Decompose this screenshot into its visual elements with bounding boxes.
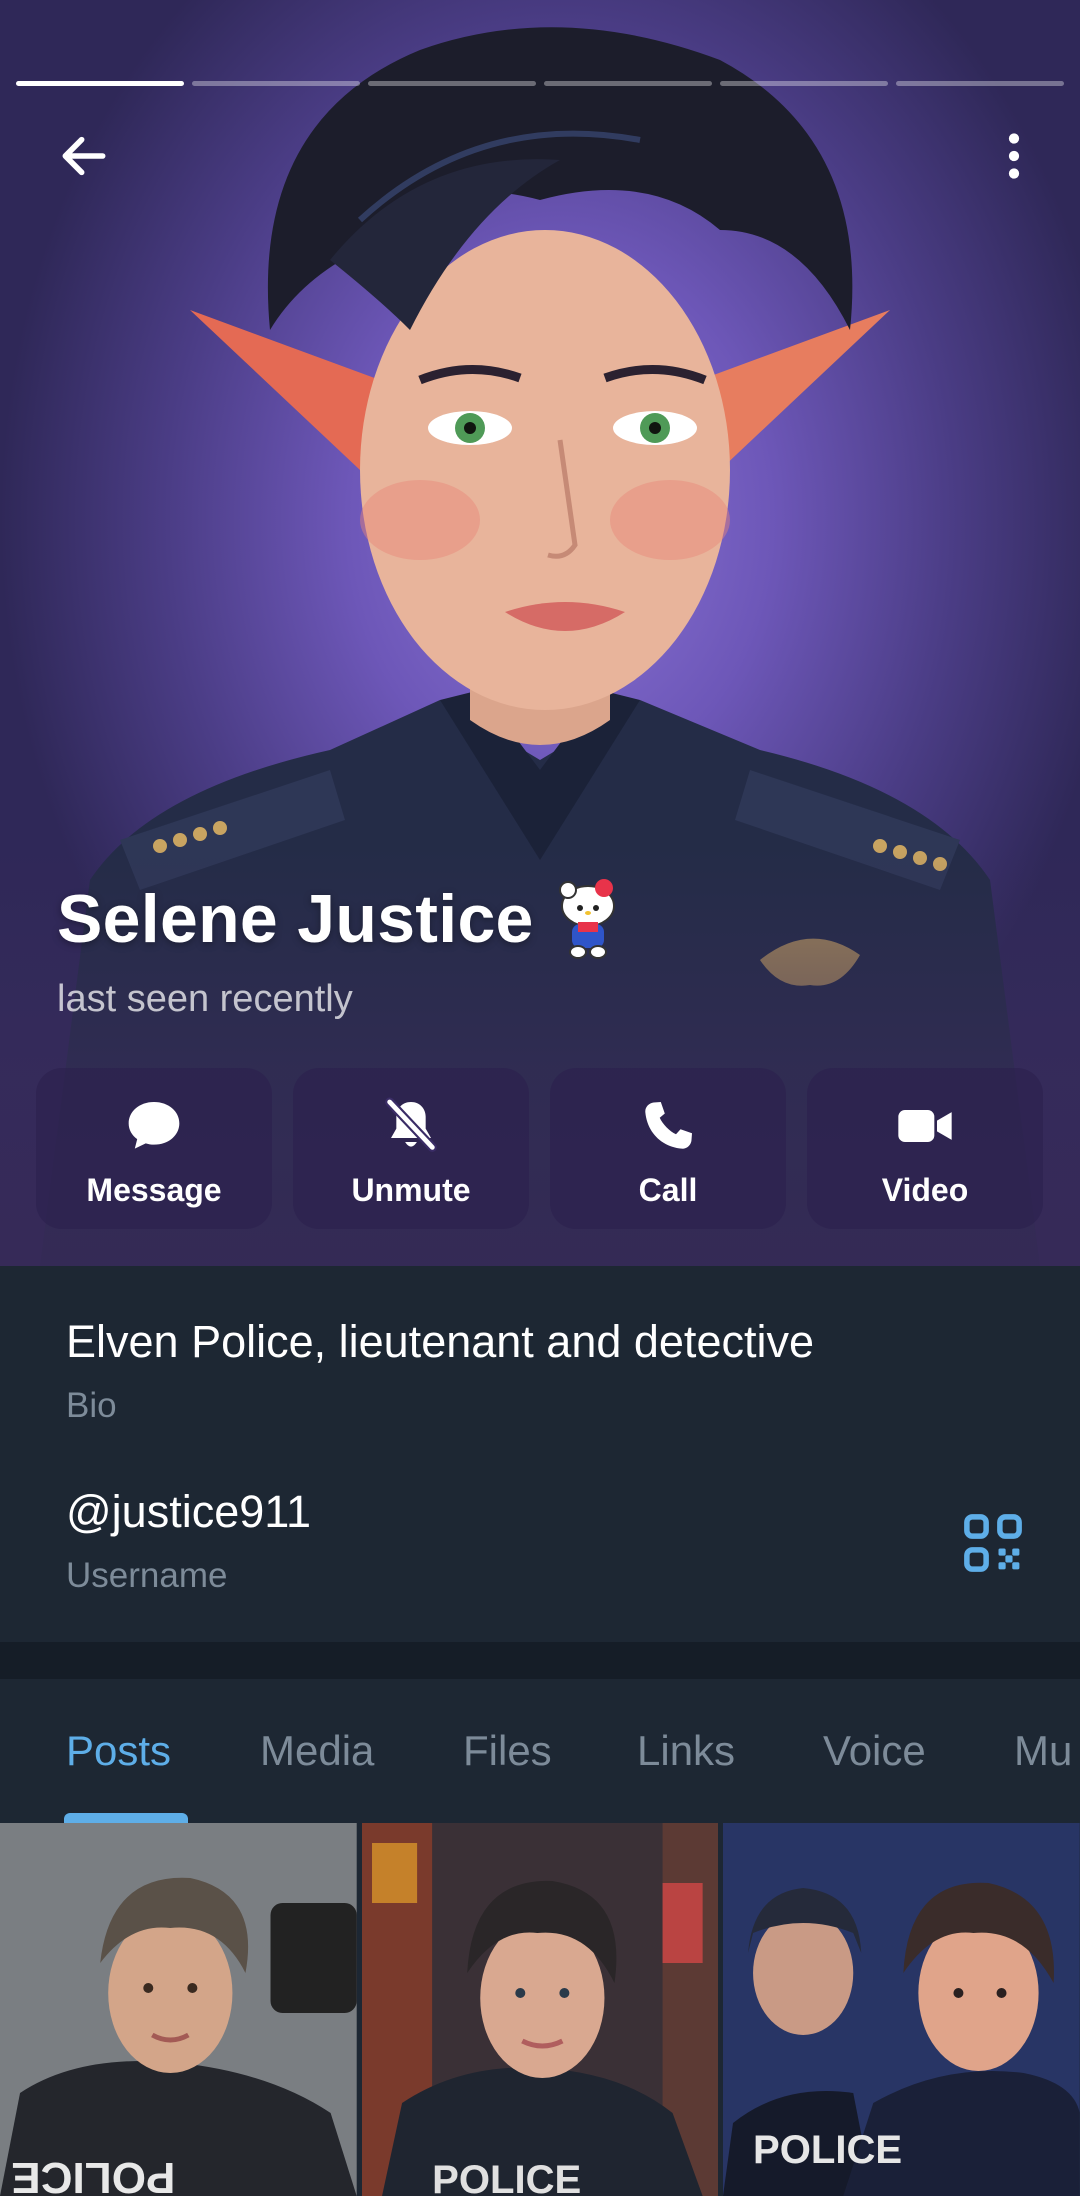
photo-progress-bar	[544, 81, 712, 86]
police-badge-text: POLICE	[11, 2153, 175, 2196]
posts-grid: POLICE POLICE POLICE	[0, 1823, 1080, 2196]
qr-code-button[interactable]	[960, 1510, 1026, 1576]
video-button-label: Video	[881, 1172, 969, 1208]
message-button[interactable]: Message	[36, 1068, 272, 1229]
message-button-label: Message	[86, 1172, 222, 1208]
shared-media-tabs: Posts Media Files Links Voice Mu	[0, 1679, 1080, 1823]
call-button-label: Call	[638, 1172, 698, 1208]
last-seen-status: last seen recently	[57, 978, 353, 1020]
back-button[interactable]	[48, 120, 120, 192]
profile-photo-header[interactable]: Selene Justice last seen recently Messag…	[0, 0, 1080, 1266]
photo-thumbnail: POLICE	[361, 1823, 719, 2196]
video-button[interactable]: Video	[807, 1068, 1043, 1229]
photo-progress-bar	[16, 81, 184, 86]
more-options-button[interactable]	[978, 120, 1050, 192]
message-bubble-icon	[128, 1102, 180, 1149]
call-button[interactable]: Call	[550, 1068, 786, 1229]
profile-name: Selene Justice	[57, 881, 534, 957]
emoji-status-icon[interactable]	[550, 878, 626, 960]
section-divider	[0, 1642, 1080, 1679]
bio-label: Bio	[66, 1386, 117, 1425]
profile-name-row: Selene Justice	[57, 878, 626, 960]
video-camera-icon	[898, 1110, 952, 1142]
tab-music[interactable]: Mu	[1014, 1727, 1072, 1775]
profile-info-panel: Elven Police, lieutenant and detective B…	[0, 1266, 1080, 1642]
post-thumbnail[interactable]: POLICE	[0, 1823, 357, 2196]
username-label: Username	[66, 1556, 228, 1595]
bell-off-icon	[385, 1097, 437, 1152]
username-text[interactable]: @justice911	[66, 1486, 311, 1538]
more-vertical-icon	[1008, 133, 1020, 179]
post-thumbnail[interactable]: POLICE	[361, 1823, 719, 2196]
unmute-button-label: Unmute	[351, 1172, 471, 1208]
photo-progress-bar	[192, 81, 360, 86]
photo-thumbnail: POLICE	[723, 1823, 1080, 2196]
police-badge-text: POLICE	[432, 2158, 581, 2196]
active-tab-indicator	[64, 1813, 188, 1823]
photo-progress-bar	[896, 81, 1064, 86]
police-badge-text: POLICE	[753, 2128, 902, 2172]
post-thumbnail[interactable]: POLICE	[723, 1823, 1080, 2196]
photo-thumbnail: POLICE	[0, 1823, 357, 2196]
photo-progress-bars	[16, 81, 1064, 86]
qr-code-icon	[964, 1514, 1022, 1572]
photo-progress-bar	[368, 81, 536, 86]
tab-voice[interactable]: Voice	[823, 1727, 926, 1775]
photo-progress-bar	[720, 81, 888, 86]
tab-media[interactable]: Media	[260, 1727, 374, 1775]
bio-text[interactable]: Elven Police, lieutenant and detective	[66, 1316, 814, 1368]
tab-files[interactable]: Files	[463, 1727, 552, 1775]
phone-icon	[645, 1102, 692, 1149]
tab-posts[interactable]: Posts	[66, 1727, 171, 1775]
unmute-button[interactable]: Unmute	[293, 1068, 529, 1229]
profile-actions: Message Unmute Call Video	[36, 1068, 1043, 1229]
tab-links[interactable]: Links	[637, 1727, 735, 1775]
arrow-left-icon	[62, 136, 106, 176]
